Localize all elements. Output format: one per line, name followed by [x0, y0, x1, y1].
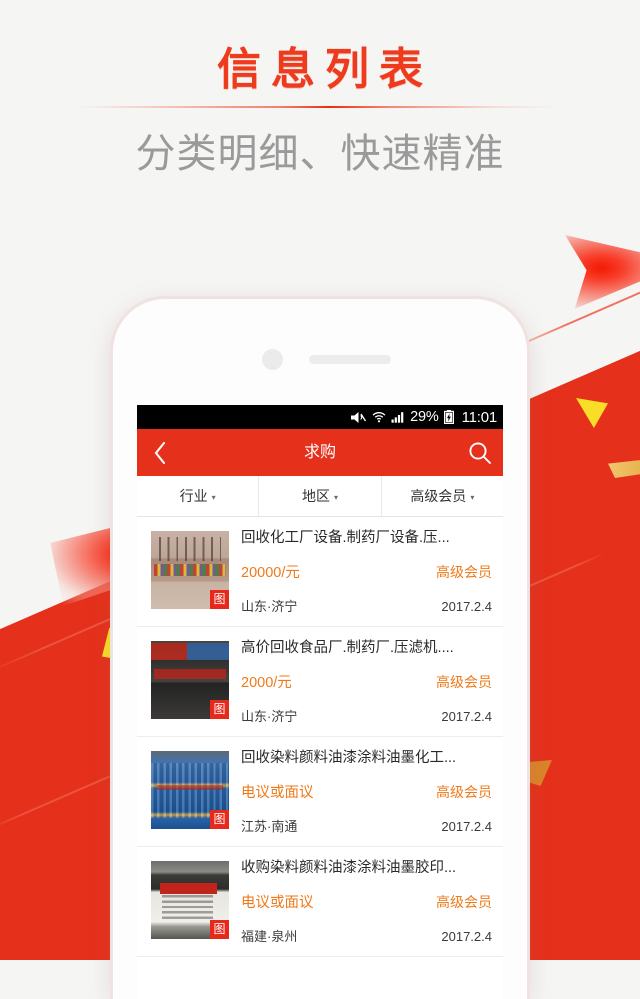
list-item-content: 回收染料颜料油漆涂料油墨化工... 电议或面议 高级会员 江苏·南通 2017.…: [229, 749, 492, 835]
phone-mockup: 29% 11:01 求购 行业 ▾ 地区 ▾ 高级会员 ▾ 图 回收化工厂设备.…: [113, 299, 527, 999]
mute-icon: [350, 411, 367, 424]
listing-thumbnail[interactable]: 图: [151, 861, 229, 939]
listing-thumbnail[interactable]: 图: [151, 641, 229, 719]
status-badge: 高级会员: [436, 894, 492, 910]
listing-title: 高价回收食品厂.制药厂.压滤机....: [241, 640, 454, 656]
wifi-icon: [372, 411, 386, 423]
listing-location: 山东·济宁: [241, 599, 298, 614]
listing-price-row: 2000/元 高级会员: [241, 671, 492, 692]
listing-title: 回收染料颜料油漆涂料油墨化工...: [241, 750, 457, 766]
listing-list: 图 回收化工厂设备.制药厂设备.压... 20000/元 高级会员 山东·济宁 …: [137, 517, 503, 957]
filter-membership-label: 高级会员: [410, 488, 467, 504]
earpiece-speaker: [309, 355, 391, 364]
listing-price: 2000/元: [241, 675, 292, 691]
list-item-content: 回收化工厂设备.制药厂设备.压... 20000/元 高级会员 山东·济宁 20…: [229, 529, 492, 615]
listing-date: 2017.2.4: [441, 819, 492, 834]
battery-charging-icon: [443, 410, 454, 424]
list-item[interactable]: 图 高价回收食品厂.制药厂.压滤机.... 2000/元 高级会员 山东·济宁 …: [137, 627, 503, 737]
filter-region[interactable]: 地区 ▾: [259, 476, 382, 516]
list-item-content: 高价回收食品厂.制药厂.压滤机.... 2000/元 高级会员 山东·济宁 20…: [229, 639, 492, 725]
listing-title: 回收化工厂设备.制药厂设备.压...: [241, 530, 450, 546]
signal-bars-icon: [391, 411, 405, 423]
promo-headings: 信息列表 分类明细、快速精准: [0, 0, 640, 178]
listing-price-row: 20000/元 高级会员: [241, 561, 492, 582]
listing-location: 山东·济宁: [241, 709, 298, 724]
list-item[interactable]: 图 回收化工厂设备.制药厂设备.压... 20000/元 高级会员 山东·济宁 …: [137, 517, 503, 627]
listing-thumbnail[interactable]: 图: [151, 751, 229, 829]
status-badge: 高级会员: [436, 784, 492, 800]
status-badge: 高级会员: [436, 674, 492, 690]
battery-percent-label: 29%: [410, 409, 439, 425]
phone-bezel-top: [113, 299, 527, 405]
page-subtitle: 分类明细、快速精准: [135, 132, 505, 177]
image-badge: 图: [210, 700, 229, 719]
list-item[interactable]: 图 收购染料颜料油漆涂料油墨胶印... 电议或面议 高级会员 福建·泉州 201…: [137, 847, 503, 957]
listing-meta-row: 山东·济宁 2017.2.4: [241, 596, 492, 615]
image-badge: 图: [210, 920, 229, 939]
filter-bar: 行业 ▾ 地区 ▾ 高级会员 ▾: [137, 476, 503, 517]
listing-date: 2017.2.4: [441, 929, 492, 944]
listing-meta-row: 福建·泉州 2017.2.4: [241, 926, 492, 945]
filter-region-label: 地区: [301, 488, 330, 504]
chevron-down-icon: ▾: [470, 492, 475, 502]
front-camera-icon: [262, 349, 283, 370]
clock-label: 11:01: [461, 408, 498, 426]
search-button[interactable]: [467, 429, 493, 476]
listing-price: 20000/元: [241, 565, 300, 581]
filter-industry[interactable]: 行业 ▾: [137, 476, 260, 516]
app-bar-title: 求购: [303, 444, 336, 461]
listing-price: 电议或面议: [241, 785, 314, 801]
listing-date: 2017.2.4: [441, 599, 492, 614]
listing-location: 福建·泉州: [241, 929, 298, 944]
listing-thumbnail[interactable]: 图: [151, 531, 229, 609]
filter-membership[interactable]: 高级会员 ▾: [382, 476, 503, 516]
listing-meta-row: 山东·济宁 2017.2.4: [241, 706, 492, 725]
list-item[interactable]: 图 回收染料颜料油漆涂料油墨化工... 电议或面议 高级会员 江苏·南通 201…: [137, 737, 503, 847]
search-icon: [469, 441, 491, 464]
app-bar: 求购: [137, 429, 503, 476]
list-item-content: 收购染料颜料油漆涂料油墨胶印... 电议或面议 高级会员 福建·泉州 2017.…: [229, 859, 492, 945]
image-badge: 图: [210, 810, 229, 829]
listing-date: 2017.2.4: [441, 709, 492, 724]
listing-price: 电议或面议: [241, 895, 314, 911]
filter-industry-label: 行业: [179, 488, 208, 504]
image-badge: 图: [210, 590, 229, 609]
phone-screen: 29% 11:01 求购 行业 ▾ 地区 ▾ 高级会员 ▾ 图 回收化工厂设备.…: [137, 405, 503, 999]
page-title: 信息列表: [217, 45, 433, 94]
title-divider: [79, 106, 561, 109]
chevron-down-icon: ▾: [211, 492, 216, 502]
status-bar: 29% 11:01: [137, 405, 503, 429]
listing-title: 收购染料颜料油漆涂料油墨胶印...: [241, 860, 457, 876]
listing-location: 江苏·南通: [241, 819, 298, 834]
chevron-down-icon: ▾: [333, 492, 338, 502]
listing-meta-row: 江苏·南通 2017.2.4: [241, 816, 492, 835]
listing-price-row: 电议或面议 高级会员: [241, 781, 492, 802]
status-badge: 高级会员: [436, 564, 492, 580]
listing-price-row: 电议或面议 高级会员: [241, 891, 492, 912]
